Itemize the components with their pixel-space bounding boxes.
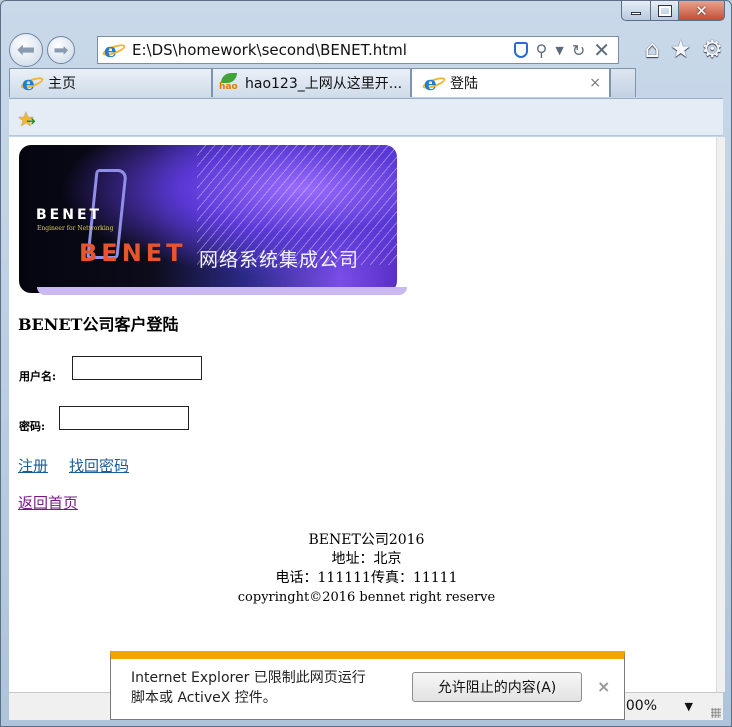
notification-bar: Internet Explorer 已限制此网页运行 脚本或 ActiveX 控…: [110, 651, 625, 720]
search-icon[interactable]: ⚲: [536, 41, 548, 60]
footer-copyright: copyringht©2016 bennet right reserve: [237, 590, 496, 605]
window-caption-buttons: ✕: [621, 1, 725, 21]
ie-page-icon: e: [101, 38, 127, 62]
close-icon: ✕: [695, 1, 708, 20]
footer-address: 地址：北京: [331, 551, 402, 567]
password-label: 密码:: [19, 420, 46, 433]
maximize-icon: [657, 4, 672, 17]
company-banner: BENET Engineer for Networking BENET 网络系统…: [19, 145, 397, 293]
tab-hao123[interactable]: hao hao123_上网从这里开...: [212, 68, 411, 97]
vertical-scrollbar[interactable]: [716, 137, 725, 692]
maximize-button[interactable]: [651, 1, 679, 21]
username-label: 用户名:: [19, 370, 57, 383]
forward-button[interactable]: ➡: [47, 36, 75, 64]
footer-phone-fax: 电话：111111传真：11111: [275, 570, 458, 586]
browser-window: ✕ ⬅ ➡ e E:\DS\homework\second\BENET.html…: [0, 0, 732, 727]
notification-close-icon[interactable]: ×: [597, 677, 610, 696]
tab-home[interactable]: e 主页: [9, 68, 212, 97]
home-icon[interactable]: ⌂: [645, 35, 660, 63]
resize-grip[interactable]: [711, 708, 721, 718]
arrow-right-icon: ➡: [53, 39, 69, 61]
tab-label: hao123_上网从这里开...: [245, 76, 403, 92]
tab-close-icon[interactable]: ×: [589, 75, 601, 91]
stop-icon[interactable]: ✕: [593, 38, 610, 62]
page-footer: BENET公司2016 地址：北京 电话：111111传真：11111 copy…: [9, 531, 716, 607]
banner-brand: BENET: [79, 239, 187, 267]
tab-strip: e 主页 hao hao123_上网从这里开... e 登陆 ×: [9, 68, 639, 97]
page-title: BENET公司客户登陆: [18, 315, 179, 334]
address-text[interactable]: E:\DS\homework\second\BENET.html: [132, 41, 514, 59]
register-link[interactable]: 注册: [18, 455, 48, 476]
footer-company: BENET公司2016: [308, 532, 425, 548]
password-input[interactable]: [59, 406, 189, 430]
new-tab-button[interactable]: [610, 68, 636, 97]
tab-label: 登陆: [450, 76, 478, 92]
notification-message: Internet Explorer 已限制此网页运行 脚本或 ActiveX 控…: [131, 668, 366, 708]
minimize-button[interactable]: [621, 1, 651, 21]
notification-line-2: 脚本或 ActiveX 控件。: [131, 690, 277, 706]
browser-command-icons: ⌂ ★ ⚙: [645, 35, 723, 63]
username-input[interactable]: [72, 356, 202, 380]
ie-tab-icon: e: [421, 71, 447, 95]
shield-icon[interactable]: [513, 42, 528, 58]
ie-tab-icon: e: [19, 71, 45, 95]
minimize-icon: [631, 12, 641, 15]
refresh-icon[interactable]: ↻: [572, 41, 585, 60]
favorites-bar: ★ ➜: [9, 98, 723, 136]
back-button[interactable]: ⬅: [9, 33, 43, 67]
tab-label: 主页: [48, 76, 76, 92]
hao123-icon: hao: [219, 73, 239, 93]
banner-company-name: 网络系统集成公司: [199, 249, 360, 271]
notification-line-1: Internet Explorer 已限制此网页运行: [131, 670, 366, 686]
address-bar-actions: ⚲ ▼ ↻ ✕: [513, 38, 610, 62]
tab-login[interactable]: e 登陆 ×: [411, 68, 610, 97]
forgot-password-link[interactable]: 找回密码: [69, 455, 129, 476]
banner-tagline: Engineer for Networking: [37, 225, 114, 232]
gear-icon[interactable]: ⚙: [701, 35, 723, 63]
favorites-star-icon[interactable]: ★: [670, 35, 692, 63]
dropdown-arrow-icon[interactable]: ▼: [555, 44, 563, 57]
allow-blocked-content-button[interactable]: 允许阻止的内容(A): [412, 672, 582, 702]
banner-logo-text: BENET: [36, 207, 103, 223]
banner-shadow: [37, 287, 407, 295]
close-window-button[interactable]: ✕: [679, 1, 725, 21]
address-bar[interactable]: e E:\DS\homework\second\BENET.html ⚲ ▼ ↻…: [97, 36, 619, 64]
add-favorites-icon[interactable]: ★ ➜: [17, 107, 36, 131]
zoom-dropdown-icon[interactable]: ▼: [685, 700, 693, 713]
navigation-bar: ⬅ ➡ e E:\DS\homework\second\BENET.html ⚲…: [9, 31, 723, 67]
page-content: BENET Engineer for Networking BENET 网络系统…: [9, 137, 716, 692]
arrow-left-icon: ⬅: [16, 37, 36, 63]
back-home-link[interactable]: 返回首页: [18, 492, 78, 513]
